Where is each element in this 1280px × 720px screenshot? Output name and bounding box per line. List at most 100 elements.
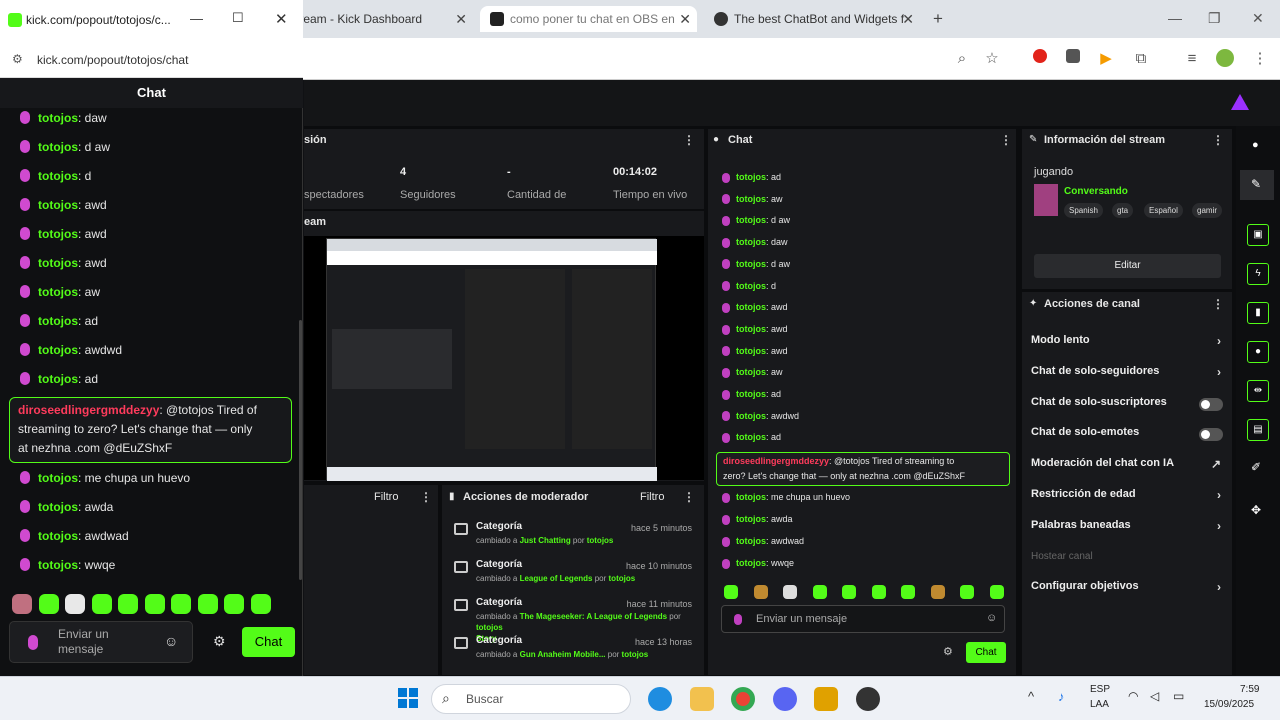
channel-action-item[interactable]: Palabras baneadas › [1031,519,1223,535]
chat-username[interactable]: totojos [38,558,78,572]
popout-scrollbar[interactable] [299,320,302,580]
popout-minimize-icon[interactable]: — [190,11,203,26]
chrome-icon[interactable] [731,687,755,711]
edge-icon[interactable] [648,687,672,711]
new-tab-icon[interactable]: + [933,9,943,29]
popout-emoji-icon[interactable]: ☺ [164,633,178,649]
emoji-icon[interactable]: ☺ [986,612,997,624]
chat-username[interactable]: totojos [736,259,766,269]
emote-icon[interactable] [989,585,1004,599]
chat-username[interactable]: totojos [736,367,766,377]
emote-icon[interactable] [224,594,244,614]
chat-username[interactable]: totojos [38,529,78,543]
edit-tool-icon[interactable]: ✎ [1240,170,1274,200]
chat-username[interactable]: totojos [38,343,78,357]
close-tab-icon[interactable]: ✕ [455,11,467,28]
emote-icon[interactable] [12,594,32,614]
emote-icon[interactable] [753,585,768,599]
site-info-icon[interactable]: ⚙ [12,52,23,66]
profile-avatar-icon[interactable] [1216,49,1234,67]
toggle-switch[interactable] [1199,397,1223,411]
stream-info-menu-icon[interactable]: ⋮ [1212,133,1224,147]
emote-icon[interactable] [783,585,797,599]
bookmark-star-icon[interactable]: ☆ [982,49,1002,69]
taskbar-search-box[interactable]: ⌕ Buscar [431,684,631,714]
chat-username[interactable]: totojos [736,536,766,546]
emote-icon[interactable] [871,585,886,599]
channel-action-item[interactable]: Modo lento › [1031,334,1223,350]
mod-action-user[interactable]: totojos [609,574,636,583]
close-tab-icon[interactable]: ✕ [679,11,691,28]
dashboard-chat-input[interactable]: Enviar un mensaje ☺ [721,605,1005,633]
obs-icon[interactable] [856,687,880,711]
edit-stream-button[interactable]: Editar [1034,254,1221,278]
emote-icon[interactable] [65,594,85,614]
language-line2[interactable]: LAA [1090,699,1109,710]
mod-action-user[interactable]: totojos [587,536,614,545]
chat-username[interactable]: totojos [736,514,766,524]
layout-tool-icon[interactable]: ▤ [1247,419,1269,441]
chat-username[interactable]: totojos [736,411,766,421]
filter-button-left[interactable]: Filtro [374,491,398,503]
info-icon[interactable]: ● [1252,139,1259,151]
chat-username[interactable]: totojos [38,111,78,125]
popout-url[interactable]: kick.com/popout/totojos/chat [37,53,188,67]
emote-icon[interactable] [842,585,856,599]
dashboard-chat-send-button[interactable]: Chat [966,642,1006,663]
wifi-icon[interactable]: ◠ [1128,689,1138,703]
chat-username[interactable]: totojos [38,227,78,241]
mod-action-category[interactable]: Just Chatting [520,536,571,545]
chat-username[interactable]: totojos [736,346,766,356]
toggle-switch[interactable] [1199,428,1223,442]
language-line1[interactable]: ESP [1090,684,1110,695]
close-window-icon[interactable]: ✕ [1252,10,1264,27]
play-extension-icon[interactable]: ▶ [1096,49,1116,69]
tab-chatbot-widgets[interactable]: The best ChatBot and Widgets f ✕ [704,6,920,32]
channel-action-item[interactable]: Configurar objetivos › [1031,580,1223,596]
chat-username[interactable]: totojos [38,471,78,485]
file-explorer-icon[interactable] [690,687,714,711]
emote-icon[interactable] [960,585,974,599]
stream-tag[interactable]: Español [1144,203,1183,218]
chat-username[interactable]: totojos [736,194,766,204]
emote-icon[interactable] [91,594,112,614]
discord-icon[interactable] [773,687,797,711]
zoom-icon[interactable]: ⌕ [952,49,972,69]
maximize-icon[interactable]: ❐ [1208,10,1221,27]
channel-action-item[interactable]: Restricción de edad › [1031,488,1223,504]
record-extension-icon[interactable] [1033,49,1047,63]
channel-action-item[interactable]: Chat de solo-suscriptores [1031,396,1223,412]
mod-action-category[interactable]: The Mageseeker: A League of Legends [520,612,667,621]
popout-close-icon[interactable]: ✕ [275,10,288,28]
chat-username[interactable]: totojos [38,169,78,183]
stream-tag[interactable]: gamir [1192,203,1222,218]
clip-tool-icon[interactable]: ▣ [1247,224,1269,246]
clock-time[interactable]: 7:59 [1240,684,1259,695]
browser-menu-icon[interactable]: ⋮ [1250,49,1270,69]
app-icon[interactable] [814,687,838,711]
extensions-puzzle-icon[interactable]: ⧉ [1131,49,1151,69]
channel-action-item[interactable]: Moderación del chat con IA ↗ [1031,457,1223,473]
chat-username[interactable]: totojos [736,281,766,291]
chat-tool-icon[interactable]: ● [1247,341,1269,363]
chat-username[interactable]: totojos [38,314,78,328]
chat-username[interactable]: totojos [736,302,766,312]
session-menu-icon[interactable]: ⋮ [683,133,695,147]
close-tab-icon[interactable]: ✕ [902,11,914,28]
emote-icon[interactable] [144,594,165,614]
clock-date[interactable]: 15/09/2025 [1204,699,1254,710]
spam-username[interactable]: diroseedlingergmddezyy [723,456,829,466]
emote-icon[interactable] [812,585,827,599]
popout-send-button[interactable]: Chat [242,627,295,657]
chat-username[interactable]: totojos [736,558,766,568]
video-extension-icon[interactable] [1066,49,1080,63]
category-name[interactable]: Conversando [1064,186,1128,197]
chat-settings-icon[interactable]: ⚙ [943,645,953,658]
stream-tag[interactable]: Spanish [1064,203,1103,218]
dashboard-chat-menu-icon[interactable]: ⋮ [1000,133,1012,147]
split-tool-icon[interactable]: ⇹ [1247,380,1269,402]
popout-settings-icon[interactable]: ⚙ [213,633,226,650]
chat-username[interactable]: totojos [38,285,78,299]
mod-action-category[interactable]: Gun Anaheim Mobile... [520,650,606,659]
popout-spam-username[interactable]: diroseedlingergmddezyy [18,403,159,417]
